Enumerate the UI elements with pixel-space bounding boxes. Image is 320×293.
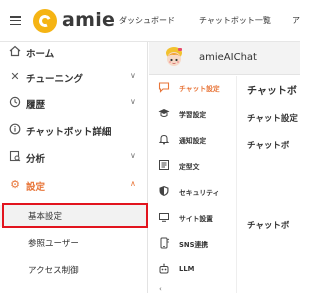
field-label-chat-settings: チャット設定 xyxy=(247,114,298,124)
subnav-item-label: チャット設定 xyxy=(179,85,220,93)
info-icon xyxy=(8,123,22,137)
nav-chatbot-list[interactable]: チャットボット一覧 xyxy=(199,15,271,26)
chevron-up-icon: ∧ xyxy=(130,179,136,188)
sidebar-item-tuning[interactable]: ✕ チューニング ∨ xyxy=(0,67,148,89)
home-icon xyxy=(8,45,22,59)
sidebar-item-label: チャットボット詳細 xyxy=(26,127,112,138)
sidebar-item-analytics[interactable]: 分析 ∨ xyxy=(0,147,148,169)
sidebar-subitem-label: アクセス制御 xyxy=(28,266,79,276)
subnav-item-label: 通知設定 xyxy=(179,137,207,145)
robot-icon xyxy=(157,263,170,276)
subnav-item-learning-settings[interactable]: 学習設定 xyxy=(149,102,237,128)
chat-icon xyxy=(157,81,170,94)
sidebar-subitem-label: 参照ユーザー xyxy=(28,239,79,249)
history-icon xyxy=(8,96,22,110)
graduation-cap-icon xyxy=(157,107,170,120)
sidebar-item-label: チューニング xyxy=(26,74,84,85)
subnav-item-security[interactable]: セキュリティ xyxy=(149,180,237,206)
sidebar-item-label: 設定 xyxy=(26,182,46,193)
settings-panel: チャットボ チャット設定 チャットボ チャットボ xyxy=(238,76,300,293)
shield-icon xyxy=(157,185,170,198)
sidebar-subitem-reference-users[interactable]: 参照ユーザー xyxy=(0,232,148,254)
sidebar: ホーム ✕ チューニング ∨ 履歴 ∨ チャットボット詳細 分析 ∨ ⚙ 設定 … xyxy=(0,42,148,293)
subnav-item-site-installation[interactable]: サイト設置 xyxy=(149,206,237,232)
bell-icon xyxy=(157,133,170,146)
avatar xyxy=(163,46,185,70)
sidebar-item-history[interactable]: 履歴 ∨ xyxy=(0,93,148,115)
main-content: amieAIChat チャット設定 学習設定 通知設定 定型文 セキュリティ サ… xyxy=(149,42,300,293)
hamburger-menu-icon[interactable] xyxy=(10,16,21,26)
tools-icon: ✕ xyxy=(10,70,20,83)
nav-dashboard[interactable]: ダッシュボード xyxy=(119,15,175,26)
collapse-arrow-icon[interactable]: ‹ xyxy=(159,285,162,293)
chevron-down-icon: ∨ xyxy=(130,71,136,80)
sidebar-item-label: ホーム xyxy=(26,49,55,60)
field-label-chatbot-2: チャットボ xyxy=(247,221,290,231)
subnav-item-label: サイト設置 xyxy=(179,215,213,223)
top-bar: amie ダッシュボード チャットボット一覧 ア xyxy=(0,0,300,42)
subnav-item-label: 学習設定 xyxy=(179,111,207,119)
subnav-item-label: LLM xyxy=(179,265,195,273)
chatbot-title: amieAIChat xyxy=(199,52,257,63)
subnav-item-chat-settings[interactable]: チャット設定 xyxy=(149,76,237,102)
subnav-item-notification-settings[interactable]: 通知設定 xyxy=(149,128,237,154)
nav-more[interactable]: ア xyxy=(292,15,300,26)
chat-header: amieAIChat xyxy=(149,42,300,75)
analytics-icon xyxy=(8,150,22,164)
sidebar-item-label: 履歴 xyxy=(26,100,46,111)
subnav-item-templates[interactable]: 定型文 xyxy=(149,154,237,180)
sidebar-item-settings[interactable]: ⚙ 設定 ∧ xyxy=(0,175,148,197)
subnav-item-llm[interactable]: LLM xyxy=(149,258,237,284)
sidebar-subitem-access-control[interactable]: アクセス制御 xyxy=(0,259,148,281)
subnav-item-label: 定型文 xyxy=(179,163,200,171)
sidebar-item-home[interactable]: ホーム xyxy=(0,42,148,64)
sidebar-item-label: 分析 xyxy=(26,154,46,165)
amie-logo-icon xyxy=(33,9,57,33)
subnav-item-label: SNS連携 xyxy=(179,241,209,249)
sidebar-item-chatbot-details[interactable]: チャットボット詳細 xyxy=(0,120,148,142)
subnav-item-label: セキュリティ xyxy=(179,189,220,197)
monitor-icon xyxy=(157,211,170,224)
chevron-down-icon: ∨ xyxy=(130,151,136,160)
settings-sub-nav: チャット設定 学習設定 通知設定 定型文 セキュリティ サイト設置 SNS連携 … xyxy=(149,76,237,293)
selection-highlight xyxy=(2,203,148,228)
phone-icon xyxy=(157,237,170,250)
subnav-item-sns-integration[interactable]: SNS連携 xyxy=(149,232,237,258)
panel-title: チャットボ xyxy=(247,86,297,97)
field-label-chatbot-1: チャットボ xyxy=(247,141,290,151)
template-icon xyxy=(157,159,170,172)
chevron-down-icon: ∨ xyxy=(130,97,136,106)
logo-text: amie xyxy=(62,9,116,31)
gear-icon: ⚙ xyxy=(10,178,20,191)
